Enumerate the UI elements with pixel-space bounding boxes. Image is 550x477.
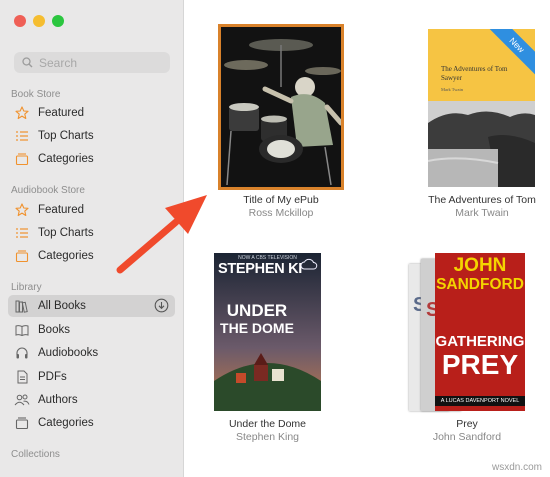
annotation-arrow <box>116 195 207 274</box>
